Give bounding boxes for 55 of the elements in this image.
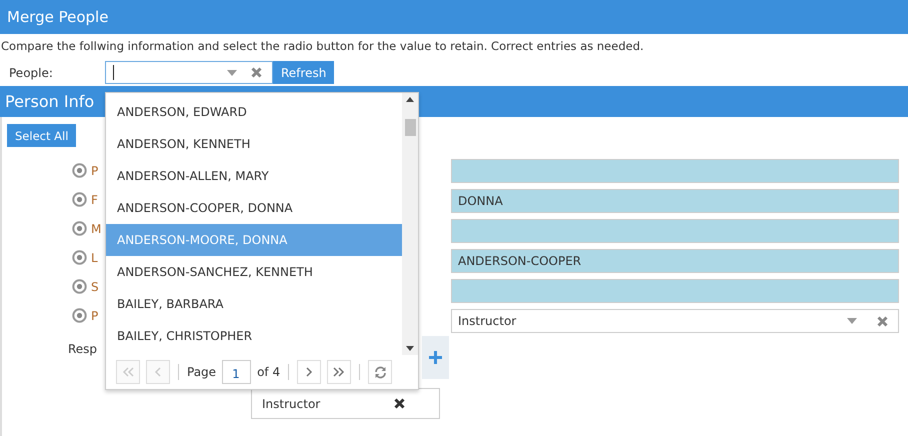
- field-label: F: [91, 192, 98, 206]
- page-input[interactable]: 1: [222, 360, 252, 384]
- add-icon[interactable]: [429, 351, 442, 364]
- field-label: P: [91, 308, 98, 322]
- radio-button[interactable]: [72, 221, 87, 236]
- field-label: P: [91, 164, 98, 178]
- text-field[interactable]: [451, 159, 899, 183]
- radio-button[interactable]: [72, 250, 87, 265]
- scroll-down-icon[interactable]: [406, 346, 414, 351]
- list-item[interactable]: ANDERSON, EDWARD: [106, 96, 402, 128]
- scrollbar[interactable]: [402, 93, 418, 355]
- list-item[interactable]: ANDERSON-COOPER, DONNA: [106, 192, 402, 224]
- page-label: Page: [187, 365, 216, 379]
- reload-button[interactable]: [368, 360, 392, 384]
- last-page-button[interactable]: [327, 360, 352, 384]
- section-title: Person Info: [5, 92, 94, 111]
- radio-button[interactable]: [72, 308, 87, 323]
- list-item[interactable]: ANDERSON-SANCHEZ, KENNETH: [106, 256, 402, 288]
- right-chevron-icon: [305, 367, 314, 377]
- refresh-icon: [374, 366, 387, 378]
- text-field[interactable]: DONNA: [451, 189, 899, 213]
- text-field[interactable]: ANDERSON-COOPER: [451, 249, 899, 273]
- scrollbar-thumb[interactable]: [404, 119, 416, 136]
- scroll-up-icon[interactable]: [406, 97, 414, 102]
- dropdown-arrow-icon[interactable]: [227, 70, 237, 76]
- clear-icon[interactable]: [877, 316, 888, 326]
- responsibility-label: Resp: [68, 342, 98, 356]
- remove-icon[interactable]: [394, 398, 405, 409]
- double-left-chevron-icon: [122, 367, 134, 377]
- field-value: ANDERSON-COOPER: [458, 254, 582, 268]
- field-value: DONNA: [458, 194, 503, 208]
- radio-button[interactable]: [72, 163, 87, 178]
- radio-button[interactable]: [72, 192, 87, 207]
- select-field[interactable]: Instructor: [451, 309, 899, 333]
- people-combobox[interactable]: [105, 61, 273, 84]
- page-count: of 4: [257, 365, 280, 379]
- radio-button[interactable]: [72, 279, 87, 294]
- field-label: L: [91, 250, 98, 264]
- text-field[interactable]: [451, 219, 899, 243]
- list-item[interactable]: BAILEY, BARBARA: [106, 288, 402, 320]
- list-item[interactable]: ANDERSON-ALLEN, MARY: [106, 160, 402, 192]
- text-field[interactable]: [451, 279, 899, 303]
- clear-icon[interactable]: [251, 67, 262, 78]
- list-item[interactable]: ANDERSON, KENNETH: [106, 128, 402, 160]
- dropdown-arrow-icon[interactable]: [847, 318, 857, 324]
- list-item[interactable]: BAILEY, CHRISTOPHER: [106, 320, 402, 352]
- field-label: S: [91, 280, 99, 294]
- window-title: Merge People: [7, 8, 108, 26]
- people-label: People:: [8, 66, 54, 80]
- tag-text: Instructor: [262, 396, 320, 410]
- left-chevron-icon: [154, 367, 162, 377]
- double-right-chevron-icon: [333, 367, 346, 377]
- field-label: M: [91, 222, 102, 236]
- instructions-text: Compare the follwing information and select the radio button for the value to retain. Correct entries as needed.: [0, 38, 645, 54]
- next-page-button[interactable]: [297, 360, 322, 384]
